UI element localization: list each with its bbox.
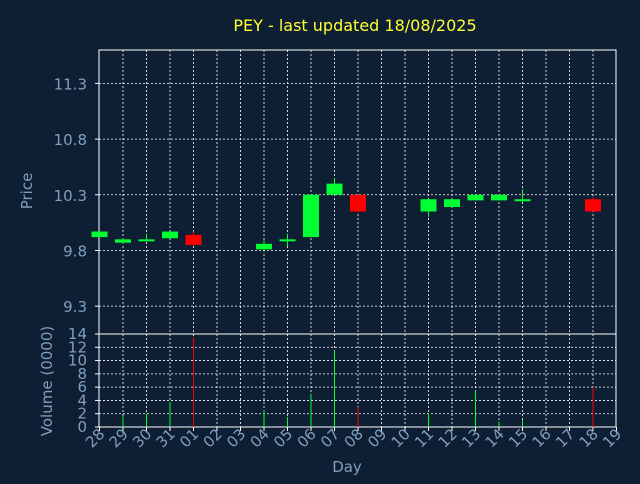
x-tick-label: 10 bbox=[388, 425, 414, 451]
x-tick-label: 11 bbox=[411, 425, 437, 451]
x-tick-label: 05 bbox=[270, 425, 296, 451]
price-tick-label: 9.8 bbox=[63, 242, 87, 260]
price-axis-label: Price bbox=[18, 173, 36, 210]
candle-body bbox=[138, 239, 155, 242]
x-tick-label: 09 bbox=[364, 425, 390, 451]
volume-panel: 02468101214 bbox=[68, 325, 617, 436]
candle-body bbox=[256, 243, 272, 250]
candle-body bbox=[467, 194, 484, 201]
price-plot-frame bbox=[98, 49, 617, 335]
x-tick-label: 19 bbox=[599, 425, 625, 451]
x-tick-label: 14 bbox=[482, 425, 508, 451]
volume-tick-label: 14 bbox=[68, 325, 87, 343]
x-tick-label: 03 bbox=[223, 425, 249, 451]
x-tick-label: 04 bbox=[247, 425, 273, 451]
x-tick-label: 31 bbox=[153, 425, 179, 451]
x-axis-label: Day bbox=[332, 458, 362, 476]
chart-container: PEY - last updated 18/08/2025 Price Volu… bbox=[0, 0, 640, 480]
candle-body bbox=[514, 199, 531, 202]
candle-body bbox=[350, 194, 366, 212]
x-tick-label: 07 bbox=[317, 425, 343, 451]
x-tick-label: 16 bbox=[529, 425, 555, 451]
candle-body bbox=[585, 199, 601, 212]
x-tick-label: 17 bbox=[552, 425, 578, 451]
price-panel: 9.3 9.8 10.3 10.8 11.3 bbox=[54, 49, 617, 335]
price-tick-label: 10.8 bbox=[54, 131, 87, 149]
candle-body bbox=[115, 239, 131, 243]
x-tick-label: 15 bbox=[505, 425, 531, 451]
candle-body bbox=[162, 231, 178, 239]
x-tick-label: 06 bbox=[294, 425, 320, 451]
candle-body bbox=[91, 231, 108, 238]
x-tick-label: 01 bbox=[176, 425, 202, 451]
candle-body bbox=[185, 234, 202, 245]
candle-body bbox=[279, 239, 296, 242]
candle-body bbox=[303, 194, 319, 238]
chart-svg: PEY - last updated 18/08/2025 Price Volu… bbox=[18, 16, 625, 476]
x-tick-label: 12 bbox=[435, 425, 461, 451]
candle-body bbox=[420, 199, 437, 212]
price-tick-label: 9.3 bbox=[63, 298, 87, 316]
price-tick-label: 10.3 bbox=[54, 187, 87, 205]
candle-body bbox=[326, 183, 343, 195]
price-tick-label: 11.3 bbox=[54, 75, 87, 93]
x-tick-label: 13 bbox=[458, 425, 484, 451]
x-tick-label: 18 bbox=[576, 425, 602, 451]
x-tick-label: 08 bbox=[341, 425, 367, 451]
volume-axis-label: Volume (0000) bbox=[38, 326, 56, 436]
x-axis-ticks: 2829303101020304050607080910111213141516… bbox=[82, 425, 625, 451]
chart-title: PEY - last updated 18/08/2025 bbox=[233, 16, 476, 35]
x-tick-label: 29 bbox=[106, 425, 132, 451]
x-tick-label: 30 bbox=[129, 425, 155, 451]
x-tick-label: 02 bbox=[200, 425, 226, 451]
candle-body bbox=[444, 199, 460, 208]
candle-body bbox=[491, 194, 507, 201]
